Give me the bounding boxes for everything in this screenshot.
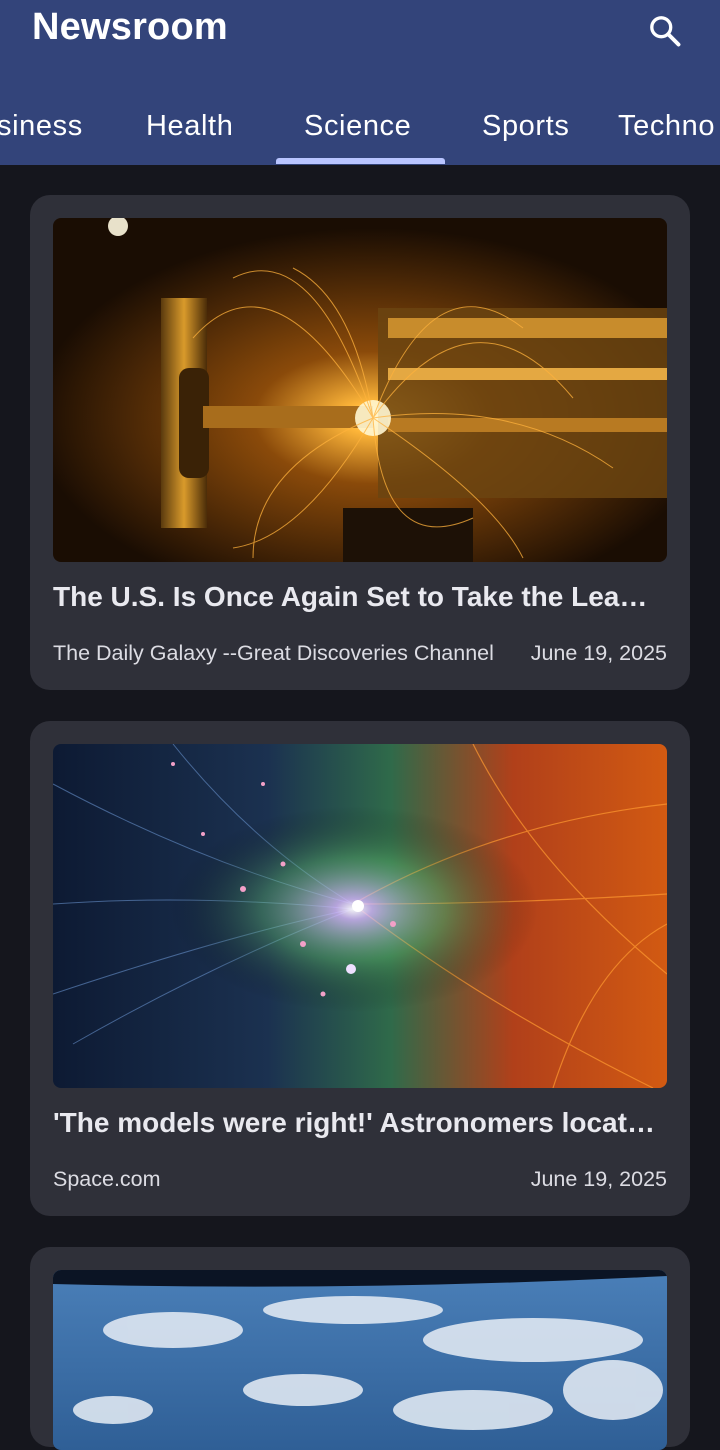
tab-technology[interactable]: Techno: [618, 98, 715, 165]
search-icon: [650, 16, 681, 47]
tab-science[interactable]: Science: [304, 98, 411, 165]
article-source: Space.com: [53, 1167, 161, 1191]
app-title: Newsroom: [32, 6, 228, 48]
article-image: [53, 1270, 667, 1450]
article-title: The U.S. Is Once Again Set to Take the L…: [53, 581, 648, 612]
selected-tab-indicator: [276, 158, 445, 164]
tab-business[interactable]: siness: [0, 98, 83, 165]
article-title: 'The models were right!' Astronomers loc…: [53, 1107, 655, 1138]
article-card[interactable]: 'The models were right!' Astronomers loc…: [30, 721, 690, 1216]
tab-sports[interactable]: Sports: [482, 98, 569, 165]
article-source: The Daily Galaxy --Great Discoveries Cha…: [53, 641, 494, 665]
article-image: [53, 744, 667, 1088]
article-date: June 19, 2025: [530, 641, 667, 665]
article-card[interactable]: [30, 1247, 690, 1450]
article-image: [53, 218, 667, 562]
search-button[interactable]: [640, 6, 690, 56]
tab-health[interactable]: Health: [146, 98, 233, 165]
article-date: June 19, 2025: [530, 1167, 667, 1191]
article-card[interactable]: The U.S. Is Once Again Set to Take the L…: [30, 195, 690, 690]
category-tabs: siness Health Science Sports Techno: [0, 98, 720, 165]
app-bar: Newsroom siness Health Science Sports Te…: [0, 0, 720, 165]
